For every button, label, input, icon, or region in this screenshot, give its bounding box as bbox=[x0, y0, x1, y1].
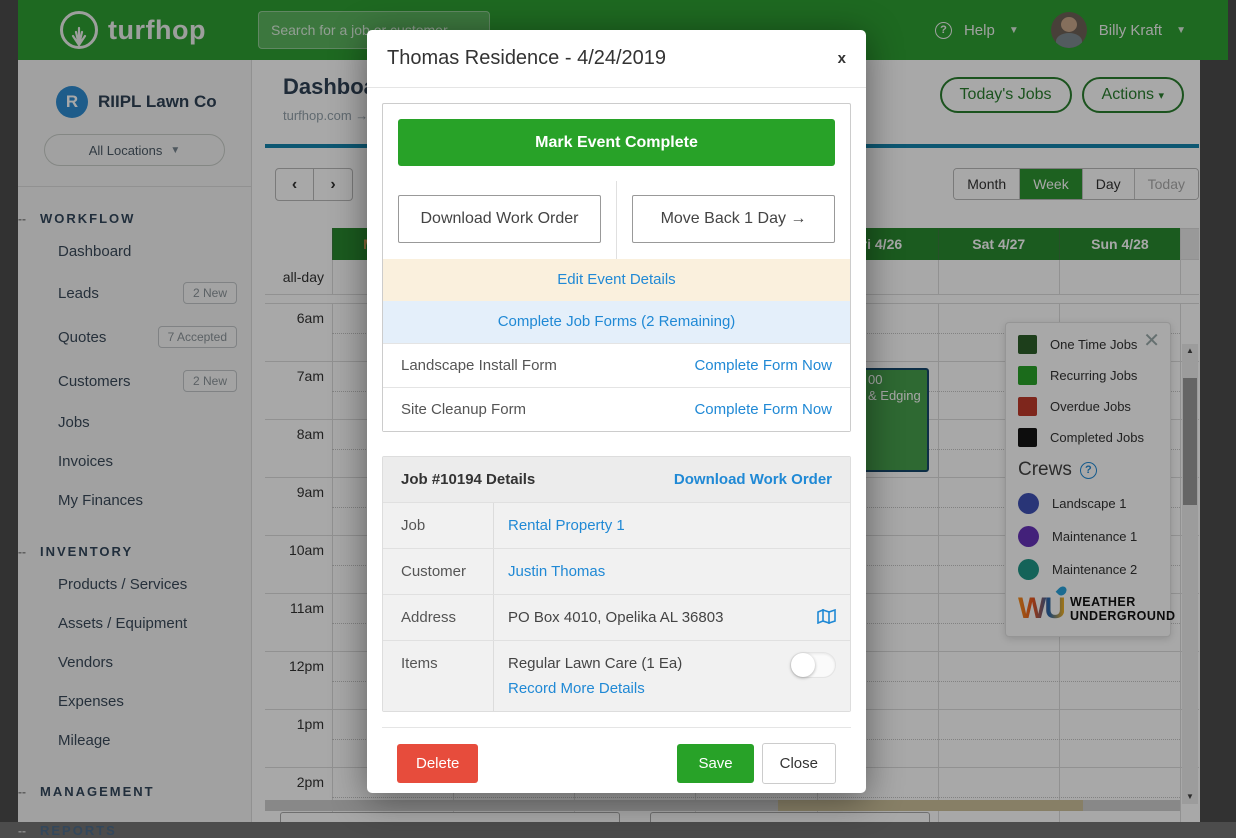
complete-form-now-link[interactable]: Complete Form Now bbox=[694, 401, 832, 418]
customer-link[interactable]: Justin Thomas bbox=[508, 563, 605, 580]
item-toggle[interactable] bbox=[790, 652, 836, 678]
form-row-landscape-install: Landscape Install Form Complete Form Now bbox=[383, 343, 850, 387]
items-row: Items Regular Lawn Care (1 Ea) Record Mo… bbox=[383, 640, 850, 711]
close-icon[interactable]: x bbox=[838, 51, 846, 66]
event-modal: Thomas Residence - 4/24/2019 x Mark Even… bbox=[367, 30, 866, 793]
complete-form-now-link[interactable]: Complete Form Now bbox=[694, 357, 832, 374]
download-work-order-link[interactable]: Download Work Order bbox=[674, 471, 832, 488]
customer-row: Customer Justin Thomas bbox=[383, 548, 850, 594]
item-value: Regular Lawn Care (1 Ea) bbox=[508, 655, 682, 672]
job-details-header: Job #10194 Details bbox=[401, 471, 535, 488]
row-label: Address bbox=[383, 595, 493, 640]
save-button[interactable]: Save bbox=[677, 744, 753, 783]
complete-forms-link[interactable]: Complete Job Forms (2 Remaining) bbox=[498, 313, 736, 330]
edit-event-row[interactable]: Edit Event Details bbox=[383, 259, 850, 301]
form-name: Landscape Install Form bbox=[401, 357, 557, 374]
delete-button[interactable]: Delete bbox=[397, 744, 478, 783]
record-more-details-link[interactable]: Record More Details bbox=[508, 680, 645, 697]
job-row: Job Rental Property 1 bbox=[383, 502, 850, 548]
row-label: Items bbox=[383, 641, 493, 711]
move-back-button[interactable]: Move Back 1 Day → bbox=[632, 195, 835, 243]
section-reports[interactable]: -- REPORTS bbox=[18, 823, 251, 838]
complete-forms-row[interactable]: Complete Job Forms (2 Remaining) bbox=[383, 301, 850, 343]
modal-title: Thomas Residence - 4/24/2019 bbox=[387, 47, 666, 70]
edit-event-link[interactable]: Edit Event Details bbox=[557, 271, 675, 288]
address-value: PO Box 4010, Opelika AL 36803 bbox=[508, 609, 723, 626]
map-icon[interactable] bbox=[817, 609, 836, 628]
row-label: Customer bbox=[383, 549, 493, 594]
form-row-site-cleanup: Site Cleanup Form Complete Form Now bbox=[383, 387, 850, 431]
row-label: Job bbox=[383, 503, 493, 548]
form-name: Site Cleanup Form bbox=[401, 401, 526, 418]
job-link[interactable]: Rental Property 1 bbox=[508, 517, 625, 534]
event-actions-box: Mark Event Complete Download Work Order … bbox=[382, 103, 851, 432]
close-button[interactable]: Close bbox=[762, 743, 836, 784]
job-details-box: Job #10194 Details Download Work Order J… bbox=[382, 456, 851, 712]
mark-event-complete-button[interactable]: Mark Event Complete bbox=[398, 119, 835, 166]
section-tick: -- bbox=[18, 824, 40, 838]
toggle-knob bbox=[791, 653, 815, 677]
download-work-order-button[interactable]: Download Work Order bbox=[398, 195, 601, 243]
address-row: Address PO Box 4010, Opelika AL 36803 bbox=[383, 594, 850, 640]
